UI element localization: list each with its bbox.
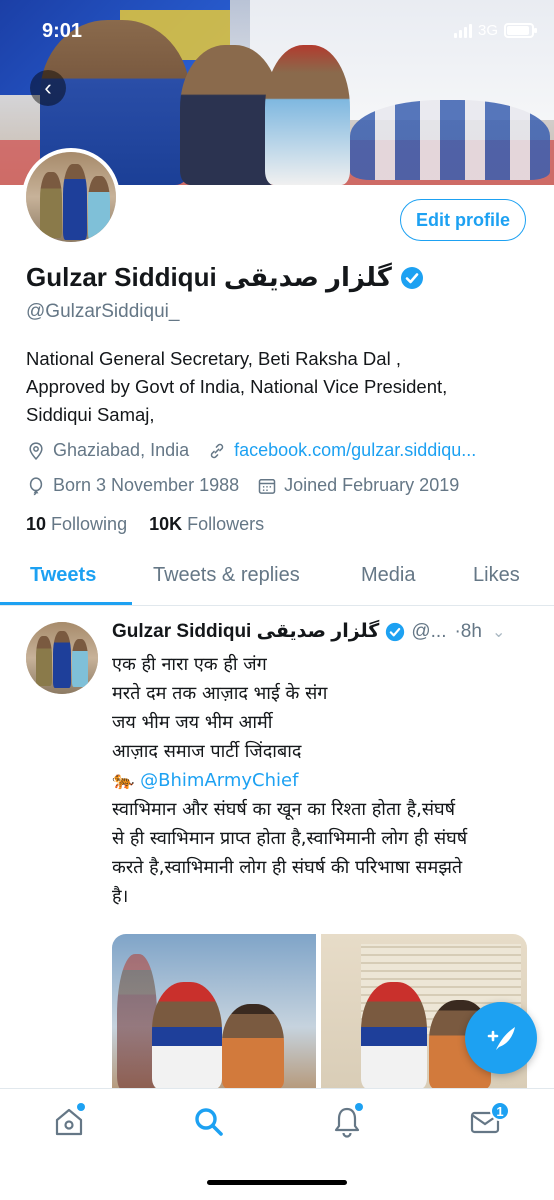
profile-meta-row-1: Ghaziabad, India facebook.com/gulzar.sid… [26, 440, 494, 461]
chevron-down-icon[interactable]: ⌄ [492, 622, 505, 642]
verified-badge-icon [400, 266, 423, 289]
media2-figure-1 [361, 982, 427, 1089]
birth-item: Born 3 November 1988 [26, 475, 239, 496]
battery-icon [504, 23, 537, 38]
banner-crowd [350, 100, 550, 180]
search-icon[interactable] [192, 1105, 226, 1139]
banner-person-3 [265, 45, 350, 185]
home-notification-dot [77, 1103, 85, 1111]
follow-stats: 10 Following 10K Followers [26, 514, 264, 535]
avatar-figure-3 [88, 176, 110, 240]
profile-name-row: Gulzar Siddiqui گلزار صدیقی [26, 262, 424, 293]
active-tab-indicator [0, 602, 132, 605]
tweet-mention-link[interactable]: @BhimArmyChief [140, 770, 298, 791]
profile-handle: @GulzarSiddiqui_ [26, 301, 180, 322]
joined-item: Joined February 2019 [257, 475, 459, 496]
profile-display-name: Gulzar Siddiqui گلزار صدیقی [26, 262, 392, 292]
calendar-icon [258, 478, 276, 494]
back-button[interactable]: ‹ [30, 70, 66, 106]
tweet-line: स्वाभिमान और संघर्ष का खून का रिश्ता होत… [112, 799, 456, 820]
location-item: Ghaziabad, India [26, 440, 189, 461]
network-label: 3G [477, 22, 498, 39]
tiger-emoji: 🐅 [112, 770, 135, 791]
profile-tabs: Tweets Tweets & replies Media Likes [0, 556, 554, 606]
tweet-avatar-figure-1 [36, 636, 52, 686]
tweet-line: करते है,स्वाभिमानी लोग ही संघर्ष की परिभ… [112, 857, 463, 878]
tab-tweets[interactable]: Tweets [30, 564, 96, 587]
birth-text: Born 3 November 1988 [53, 475, 240, 495]
followers-label: Followers [187, 514, 265, 534]
tweet-avatar-figure-3 [72, 639, 88, 687]
tweet-time: ·8h [454, 620, 482, 642]
location-pin-icon [29, 441, 43, 460]
signal-icon [453, 23, 472, 38]
battery-fill [507, 26, 529, 35]
bio-line: National General Secretary, Beti Raksha … [26, 348, 401, 369]
followers-stat[interactable]: 10K Followers [149, 514, 264, 535]
edit-profile-button[interactable]: Edit profile [400, 199, 526, 241]
tweet-line: से ही स्वाभिमान प्राप्त होता है,स्वाभिमा… [112, 828, 468, 849]
verified-badge-icon [386, 622, 405, 641]
following-count: 10 [26, 514, 47, 534]
tweet-line: जय भीम जय भीम आर्मी [112, 712, 273, 733]
profile-meta-row-2: Born 3 November 1988 Joined February 201… [26, 475, 477, 496]
compose-tweet-button[interactable] [465, 1002, 537, 1074]
tab-tweets-replies[interactable]: Tweets & replies [153, 564, 300, 587]
tweet-header: Gulzar Siddiqui گلزار صدیقی @... ·8h ⌄ [112, 620, 532, 643]
tweet-text: एक ही नारा एक ही जंग मरते दम तक आज़ाद भा… [112, 650, 532, 911]
avatar-figure-1 [40, 172, 62, 238]
media1-figure-1 [152, 982, 222, 1089]
notifications-dot [355, 1103, 363, 1111]
location-text: Ghaziabad, India [53, 440, 190, 460]
website-item[interactable]: facebook.com/gulzar.siddiqu... [207, 440, 476, 461]
following-label: Following [51, 514, 128, 534]
chevron-left-icon: ‹ [44, 75, 52, 100]
tweet-author-name[interactable]: Gulzar Siddiqui گلزار صدیقی [112, 620, 379, 643]
messages-badge: 1 [490, 1101, 510, 1121]
profile-bio: National General Secretary, Beti Raksha … [26, 345, 531, 429]
status-time: 9:01 [42, 20, 83, 42]
tab-media[interactable]: Media [361, 564, 415, 587]
tweet-author-handle: @... [411, 620, 447, 642]
profile-avatar[interactable] [22, 148, 120, 246]
tweet-avatar-figure-2 [53, 631, 71, 688]
link-icon [210, 443, 224, 458]
bio-line: Siddiqui Samaj, [26, 404, 155, 425]
balloon-icon [29, 476, 43, 495]
tab-likes[interactable]: Likes [473, 564, 520, 587]
bio-line: Approved by Govt of India, National Vice… [26, 376, 448, 397]
status-indicators: 3G [453, 22, 537, 39]
tweet-line: मरते दम तक आज़ाद भाई के संग [112, 683, 328, 704]
tweet-mention-line: 🐅 @BhimArmyChief [112, 766, 532, 795]
tweet-line: आज़ाद समाज पार्टी जिंदाबाद [112, 741, 302, 762]
joined-text: Joined February 2019 [284, 475, 460, 495]
tweet-media-image-1[interactable] [112, 934, 316, 1089]
avatar-figure-2 [63, 164, 87, 240]
website-link[interactable]: facebook.com/gulzar.siddiqu... [234, 440, 476, 461]
media1-figure-2 [222, 1004, 284, 1089]
status-bar: 9:01 3G [0, 0, 554, 58]
following-stat[interactable]: 10 Following [26, 514, 127, 535]
home-indicator [207, 1180, 347, 1185]
compose-feather-icon [487, 1027, 515, 1050]
tweet-line: एक ही नारा एक ही जंग [112, 654, 267, 675]
tweet-line: है। [112, 886, 129, 907]
followers-count: 10K [149, 514, 183, 534]
tweet-avatar[interactable] [26, 622, 98, 694]
